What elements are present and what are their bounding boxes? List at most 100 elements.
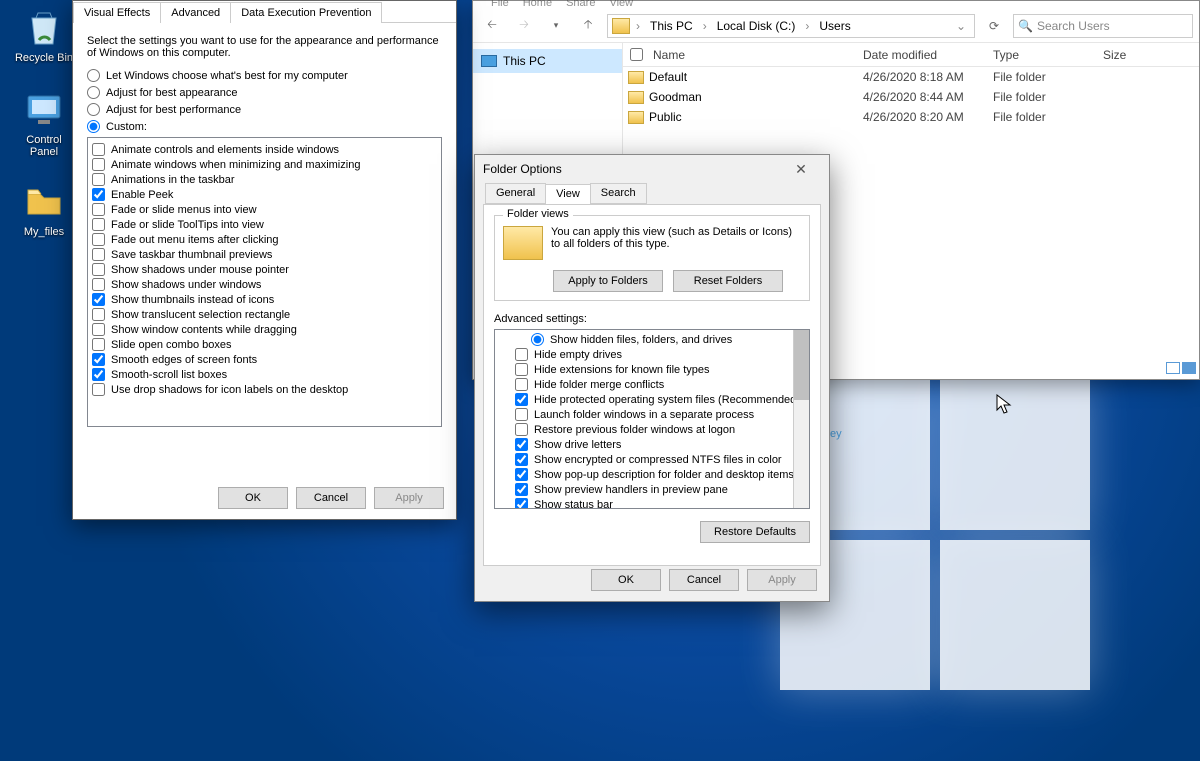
checkbox-input[interactable] — [92, 293, 105, 306]
advanced-setting-item[interactable]: Hide protected operating system files (R… — [497, 392, 807, 407]
close-button[interactable]: ✕ — [781, 161, 821, 178]
checkbox-input[interactable] — [515, 498, 528, 509]
nav-history-button[interactable]: ▾ — [543, 13, 569, 39]
advanced-setting-item[interactable]: Show pop-up description for folder and d… — [497, 467, 807, 482]
cancel-button[interactable]: Cancel — [669, 569, 739, 591]
visual-effect-item[interactable]: Animate controls and elements inside win… — [92, 142, 437, 157]
radio-input[interactable] — [87, 120, 100, 133]
advanced-setting-item[interactable]: Launch folder windows in a separate proc… — [497, 407, 807, 422]
checkbox-input[interactable] — [92, 218, 105, 231]
radio-input[interactable] — [87, 69, 100, 82]
visual-effect-item[interactable]: Save taskbar thumbnail previews — [92, 247, 437, 262]
advanced-setting-item[interactable]: Hide empty drives — [497, 347, 807, 362]
nav-forward-button[interactable]: 🡢 — [511, 13, 537, 39]
scrollbar[interactable] — [793, 330, 809, 508]
tab-general[interactable]: General — [485, 183, 546, 204]
breadcrumb[interactable]: Users — [815, 19, 854, 33]
nav-up-button[interactable]: 🡡 — [575, 13, 601, 39]
apply-button[interactable]: Apply — [374, 487, 444, 509]
checkbox-input[interactable] — [92, 323, 105, 336]
visual-effect-item[interactable]: Show thumbnails instead of icons — [92, 292, 437, 307]
refresh-button[interactable]: ⟳ — [981, 13, 1007, 39]
checkbox-input[interactable] — [92, 143, 105, 156]
breadcrumb[interactable]: Local Disk (C:) — [713, 19, 800, 33]
checkbox-input[interactable] — [92, 203, 105, 216]
column-headers[interactable]: Name Date modified Type Size — [623, 43, 1199, 67]
advanced-setting-item[interactable]: Show encrypted or compressed NTFS files … — [497, 452, 807, 467]
address-box[interactable]: › This PC › Local Disk (C:) › Users ⌄ — [607, 14, 975, 38]
advanced-setting-item[interactable]: Show status bar — [497, 497, 807, 509]
advanced-setting-item[interactable]: Show hidden files, folders, and drives — [497, 332, 807, 347]
ok-button[interactable]: OK — [218, 487, 288, 509]
nav-back-button[interactable]: 🡠 — [479, 13, 505, 39]
table-row[interactable]: Default4/26/2020 8:18 AMFile folder — [623, 67, 1199, 87]
visual-effect-item[interactable]: Smooth-scroll list boxes — [92, 367, 437, 382]
advanced-setting-item[interactable]: Show drive letters — [497, 437, 807, 452]
cancel-button[interactable]: Cancel — [296, 487, 366, 509]
table-row[interactable]: Public4/26/2020 8:20 AMFile folder — [623, 107, 1199, 127]
search-input[interactable]: 🔍 Search Users — [1013, 14, 1193, 38]
visual-effect-item[interactable]: Show shadows under windows — [92, 277, 437, 292]
tab-search[interactable]: Search — [590, 183, 647, 204]
desktop-icon-control-panel[interactable]: Control Panel — [8, 90, 80, 158]
advanced-setting-item[interactable]: Show preview handlers in preview pane — [497, 482, 807, 497]
checkbox-input[interactable] — [92, 263, 105, 276]
column-header-name[interactable]: Name — [649, 48, 863, 62]
breadcrumb[interactable]: This PC — [646, 19, 697, 33]
checkbox-input[interactable] — [92, 308, 105, 321]
navpane-item-this-pc[interactable]: This PC — [473, 49, 622, 73]
checkbox-input[interactable] — [92, 368, 105, 381]
radio-input[interactable] — [87, 103, 100, 116]
column-header-size[interactable]: Size — [1103, 48, 1183, 62]
advanced-setting-item[interactable]: Restore previous folder windows at logon — [497, 422, 807, 437]
column-header-date[interactable]: Date modified — [863, 48, 993, 62]
checkbox-input[interactable] — [92, 248, 105, 261]
checkbox-input[interactable] — [92, 278, 105, 291]
checkbox-input[interactable] — [92, 173, 105, 186]
checkbox-input[interactable] — [515, 453, 528, 466]
checkbox-input[interactable] — [92, 188, 105, 201]
checkbox-input[interactable] — [92, 338, 105, 351]
thumbnail-view-icon[interactable] — [1166, 362, 1180, 374]
desktop-icon-my-files[interactable]: My_files — [8, 182, 80, 238]
advanced-settings-list[interactable]: Show hidden files, folders, and drivesHi… — [494, 329, 810, 509]
visual-effect-item[interactable]: Animations in the taskbar — [92, 172, 437, 187]
perf-radio-option[interactable]: Let Windows choose what's best for my co… — [87, 69, 442, 82]
details-view-icon[interactable] — [1182, 362, 1196, 374]
visual-effects-list[interactable]: Animate controls and elements inside win… — [87, 137, 442, 427]
reset-folders-button[interactable]: Reset Folders — [673, 270, 783, 292]
visual-effect-item[interactable]: Use drop shadows for icon labels on the … — [92, 382, 437, 397]
visual-effect-item[interactable]: Fade out menu items after clicking — [92, 232, 437, 247]
checkbox-input[interactable] — [515, 378, 528, 391]
tab-view[interactable]: View — [545, 184, 591, 205]
perf-radio-option[interactable]: Adjust for best appearance — [87, 86, 442, 99]
visual-effect-item[interactable]: Enable Peek — [92, 187, 437, 202]
checkbox-input[interactable] — [515, 423, 528, 436]
scrollbar-thumb[interactable] — [794, 330, 809, 400]
advanced-setting-item[interactable]: Hide folder merge conflicts — [497, 377, 807, 392]
column-header-type[interactable]: Type — [993, 48, 1103, 62]
advanced-setting-item[interactable]: Hide extensions for known file types — [497, 362, 807, 377]
perf-radio-option[interactable]: Adjust for best performance — [87, 103, 442, 116]
table-row[interactable]: Goodman4/26/2020 8:44 AMFile folder — [623, 87, 1199, 107]
checkbox-input[interactable] — [515, 468, 528, 481]
view-mode-icons[interactable] — [1166, 362, 1196, 374]
desktop-icon-recycle-bin[interactable]: Recycle Bin — [8, 8, 80, 64]
visual-effect-item[interactable]: Slide open combo boxes — [92, 337, 437, 352]
checkbox-input[interactable] — [515, 363, 528, 376]
checkbox-input[interactable] — [92, 383, 105, 396]
visual-effect-item[interactable]: Animate windows when minimizing and maxi… — [92, 157, 437, 172]
visual-effect-item[interactable]: Show window contents while dragging — [92, 322, 437, 337]
checkbox-input[interactable] — [92, 233, 105, 246]
visual-effect-item[interactable]: Smooth edges of screen fonts — [92, 352, 437, 367]
select-all-checkbox[interactable] — [630, 48, 643, 61]
radio-input[interactable] — [87, 86, 100, 99]
visual-effect-item[interactable]: Fade or slide menus into view — [92, 202, 437, 217]
ok-button[interactable]: OK — [591, 569, 661, 591]
visual-effect-item[interactable]: Show translucent selection rectangle — [92, 307, 437, 322]
apply-to-folders-button[interactable]: Apply to Folders — [553, 270, 663, 292]
tab-advanced[interactable]: Advanced — [160, 2, 231, 23]
checkbox-input[interactable] — [515, 438, 528, 451]
window-title-bar[interactable]: Folder Options ✕ — [475, 155, 829, 183]
checkbox-input[interactable] — [515, 408, 528, 421]
